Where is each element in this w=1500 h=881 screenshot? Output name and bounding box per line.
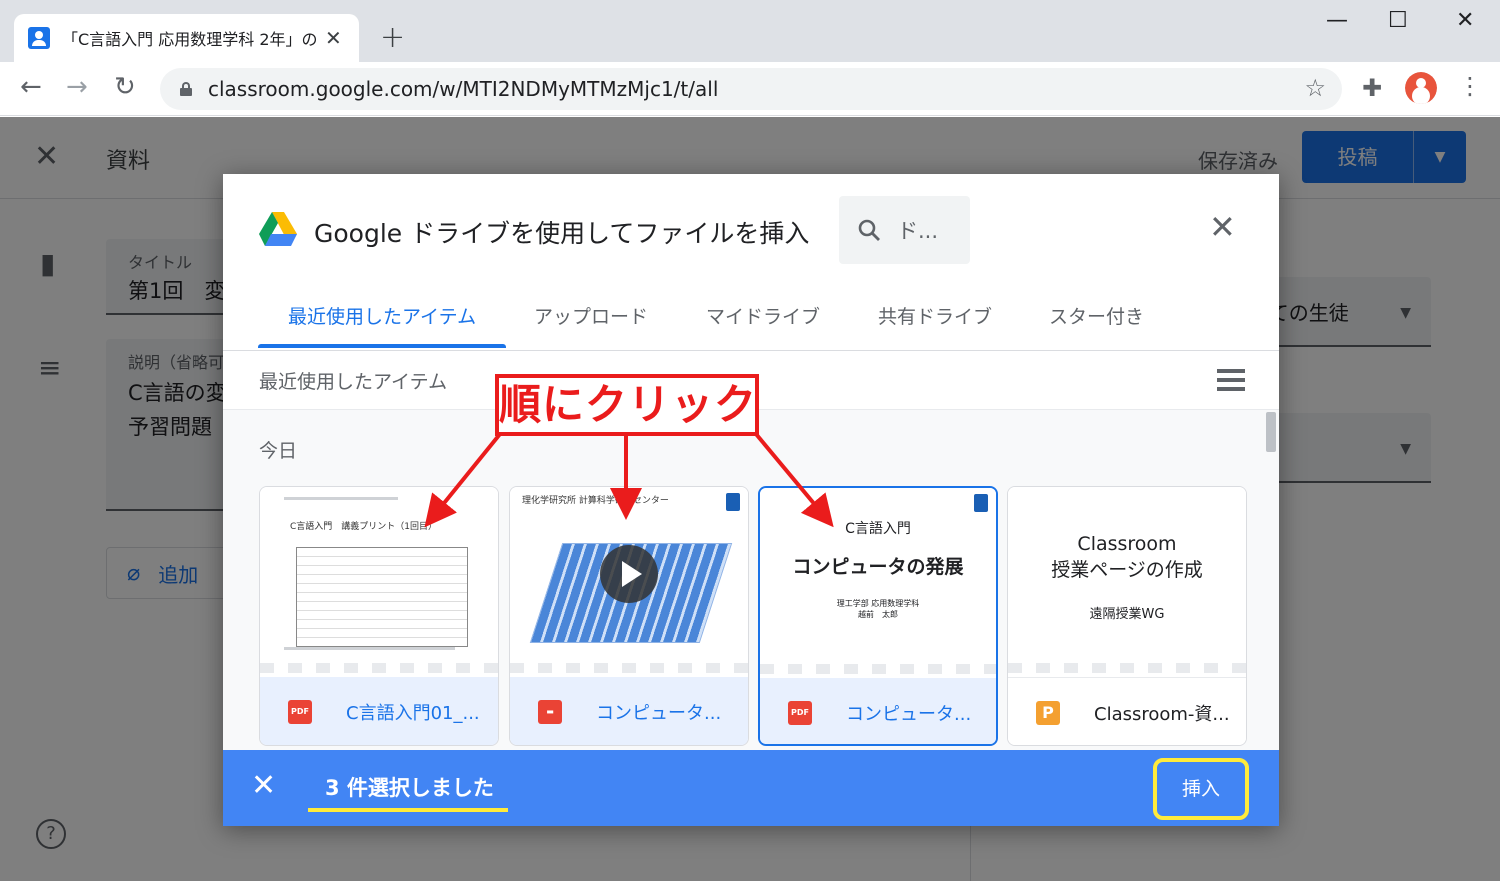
thumbnail-subtitle: 授業ページの作成 xyxy=(1051,559,1203,581)
insert-button[interactable]: 挿入 xyxy=(1153,758,1249,820)
file-card[interactable]: 理化学研究所 計算科学研究センター ▬ コンピュータ... xyxy=(509,486,749,746)
search-icon xyxy=(858,219,880,241)
drive-picker-dialog: Google ドライブを使用してファイルを挿入 ド... ✕ 最近使用したアイテ… xyxy=(223,174,1279,826)
file-name: Classroom-資... xyxy=(1094,703,1230,725)
thumbnail-table xyxy=(296,547,468,647)
file-name: コンピュータ... xyxy=(596,703,722,724)
annotation-callout: 順にクリック xyxy=(495,374,759,436)
file-grid-area: 今日 C言語入門 講義プリント（1回目） PDF C言語入門01_... 理化学… xyxy=(223,410,1279,750)
file-card-footer: PDF コンピュータ... xyxy=(760,678,996,744)
file-card-selected[interactable]: C言語入門 コンピュータの発展 理工学部 応用数理学科 越前 太郎 PDF コン… xyxy=(758,486,998,746)
slides-file-icon: P xyxy=(1036,700,1060,725)
file-card-footer: PDF C言語入門01_... xyxy=(260,677,498,745)
section-label: 最近使用したアイテム xyxy=(259,371,448,393)
tab-shared-drives[interactable]: 共有ドライブ xyxy=(878,302,992,329)
tab-my-drive[interactable]: マイドライブ xyxy=(706,302,820,329)
google-drive-logo-icon xyxy=(259,212,297,246)
address-bar[interactable]: classroom.google.com/w/MTI2NDMyMTMzMjc1/… xyxy=(160,68,1342,110)
clear-selection-icon[interactable]: ✕ xyxy=(251,768,276,803)
file-thumbnail: Classroom 授業ページの作成 遠隔授業WG xyxy=(1008,487,1246,673)
url-text: classroom.google.com/w/MTI2NDMyMTMzMjc1/… xyxy=(208,77,719,101)
tab-close-icon[interactable]: ✕ xyxy=(325,26,342,50)
minimize-icon[interactable]: — xyxy=(1326,8,1348,33)
play-icon xyxy=(600,545,658,603)
file-card[interactable]: C言語入門 講義プリント（1回目） PDF C言語入門01_... xyxy=(259,486,499,746)
scrollbar[interactable] xyxy=(1266,412,1276,452)
selected-count: 3 件選択しました xyxy=(325,776,494,800)
search-placeholder: ド... xyxy=(897,219,939,243)
thumbnail-title: 理化学研究所 計算科学研究センター xyxy=(522,496,669,506)
profile-avatar[interactable] xyxy=(1405,72,1437,104)
window-close-icon[interactable]: ✕ xyxy=(1456,8,1474,33)
file-thumbnail: 理化学研究所 計算科学研究センター xyxy=(510,487,748,673)
group-label-today: 今日 xyxy=(259,440,298,462)
thumbnail-author: 遠隔授業WG xyxy=(1089,607,1165,622)
thumbnail-title: Classroom xyxy=(1077,533,1177,555)
file-card[interactable]: Classroom 授業ページの作成 遠隔授業WG P Classroom-資.… xyxy=(1007,486,1247,746)
browser-toolbar: ← → ↻ classroom.google.com/w/MTI2NDMyMTM… xyxy=(0,62,1500,116)
dialog-tabs: 最近使用したアイテム アップロード マイドライブ 共有ドライブ スター付き xyxy=(223,286,1279,351)
back-icon[interactable]: ← xyxy=(20,72,42,102)
browser-tab[interactable]: 「C言語入門 応用数理学科 2年」の ✕ xyxy=(14,14,359,62)
tab-upload[interactable]: アップロード xyxy=(534,302,648,329)
dialog-header: Google ドライブを使用してファイルを挿入 ド... ✕ xyxy=(223,174,1279,286)
tab-starred[interactable]: スター付き xyxy=(1049,302,1144,329)
file-name: コンピュータ... xyxy=(846,704,972,725)
classroom-favicon-icon xyxy=(28,27,50,49)
reload-icon[interactable]: ↻ xyxy=(114,72,136,102)
thumbnail-title: C言語入門 講義プリント（1回目） xyxy=(290,522,438,532)
pdf-file-icon: PDF xyxy=(288,700,312,724)
extensions-puzzle-icon[interactable]: ✚ xyxy=(1362,74,1382,102)
list-view-icon[interactable] xyxy=(1217,369,1245,391)
browser-menu-icon[interactable]: ⋮ xyxy=(1458,72,1482,100)
logo-icon xyxy=(726,493,740,511)
thumbnail-subtitle: コンピュータの発展 xyxy=(792,556,964,578)
selection-bar: ✕ 3 件選択しました 挿入 xyxy=(223,750,1279,826)
maximize-icon[interactable]: ☐ xyxy=(1388,8,1408,33)
thumbnail-author: 越前 太郎 xyxy=(858,610,898,619)
file-card-footer: ▬ コンピュータ... xyxy=(510,677,748,745)
forward-icon[interactable]: → xyxy=(66,72,88,102)
search-input[interactable]: ド... xyxy=(839,196,970,264)
browser-tabstrip: 「C言語入門 応用数理学科 2年」の ✕ + — ☐ ✕ xyxy=(0,0,1500,62)
thumbnail-title: C言語入門 xyxy=(845,521,911,537)
file-name: C言語入門01_... xyxy=(346,703,480,724)
video-file-icon: ▬ xyxy=(538,700,562,724)
new-tab-button[interactable]: + xyxy=(380,20,405,55)
dialog-close-icon[interactable]: ✕ xyxy=(1209,208,1236,246)
highlight-underline xyxy=(308,808,508,812)
bookmark-star-icon[interactable]: ☆ xyxy=(1304,74,1326,102)
file-card-footer: P Classroom-資... xyxy=(1008,677,1246,745)
tab-title: 「C言語入門 応用数理学科 2年」の xyxy=(62,30,317,49)
file-thumbnail: C言語入門 コンピュータの発展 理工学部 応用数理学科 越前 太郎 xyxy=(760,488,996,674)
dialog-title: Google ドライブを使用してファイルを挿入 xyxy=(314,219,810,248)
pdf-file-icon: PDF xyxy=(788,701,812,725)
active-tab-indicator xyxy=(258,344,506,348)
logo-icon xyxy=(974,494,988,512)
thumbnail-author: 理工学部 応用数理学科 xyxy=(836,599,920,608)
tab-recent[interactable]: 最近使用したアイテム xyxy=(288,302,476,329)
lock-icon xyxy=(180,82,192,96)
file-thumbnail: C言語入門 講義プリント（1回目） xyxy=(260,487,498,673)
